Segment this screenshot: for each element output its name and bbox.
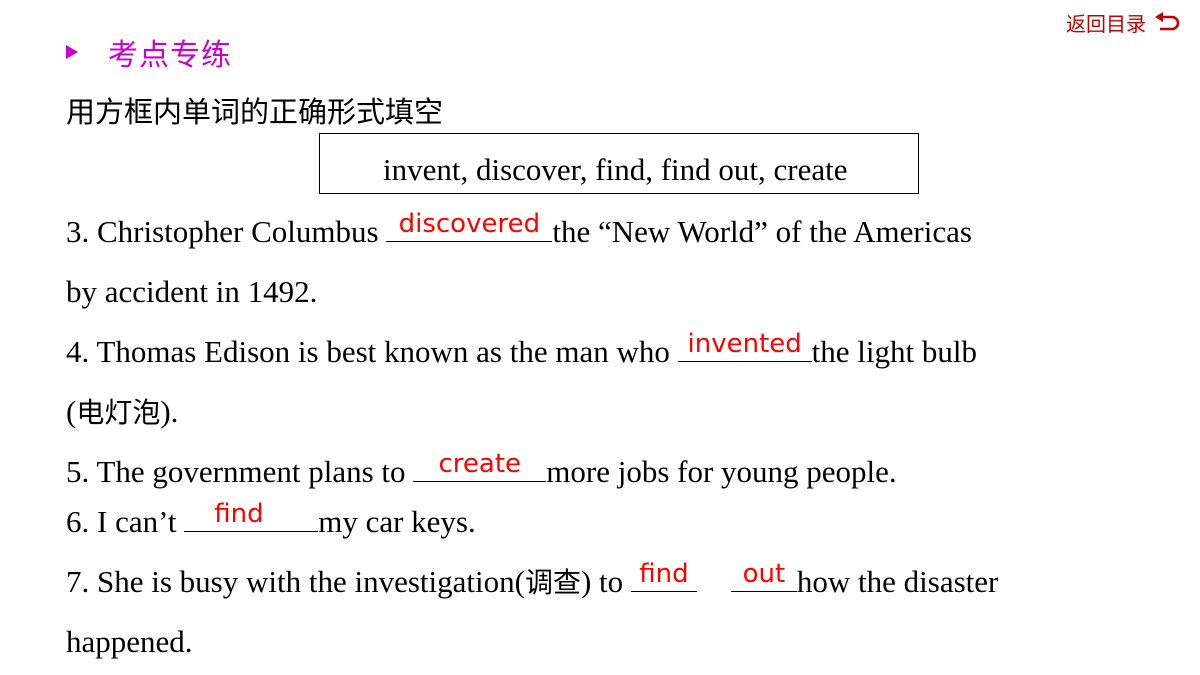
exercise-7-line-1: 7. She is busy with the investigation(调查… <box>66 559 999 603</box>
section-header: 考点专练 <box>66 30 232 74</box>
exercise-5-answer: create <box>438 449 522 479</box>
exercise-4-text-after: the light bulb <box>811 334 977 369</box>
section-title: 考点专练 <box>108 38 232 73</box>
exercise-4-text-before: 4. Thomas Edison is best known as the ma… <box>66 334 678 369</box>
exercise-3-blank: discovered <box>386 209 553 242</box>
exercise-7-blank-1: find <box>630 559 697 592</box>
back-to-contents-link[interactable]: 返回目录 <box>1066 8 1182 37</box>
exercise-4-paren-close: ). <box>160 394 179 429</box>
exercise-5-line: 5. The government plans to create more jo… <box>66 449 897 492</box>
exercise-7-answer-2: out <box>742 559 786 589</box>
exercise-7-line-2: happened. <box>66 624 193 659</box>
word-bank-box: invent, discover, find, find out, create <box>319 133 919 194</box>
exercise-6-text-before: 6. I can’t <box>66 504 185 539</box>
return-arrow-icon <box>1155 11 1180 30</box>
exercise-3-line-2: by accident in 1492. <box>66 274 318 309</box>
exercise-3-line-1: 3. Christopher Columbus discovered the “N… <box>66 209 972 252</box>
exercise-4-paren-open: ( <box>66 394 77 429</box>
exercise-6-blank: find <box>184 499 319 532</box>
exercise-4-line-2: (电灯泡). <box>66 392 178 433</box>
exercise-5-blank: create <box>413 449 547 482</box>
exercise-4-chinese-gloss: 电灯泡 <box>76 396 161 429</box>
exercise-4-blank: invented <box>677 329 812 362</box>
instruction-text: 用方框内单词的正确形式填空 <box>66 95 444 129</box>
exercise-6-text-after: my car keys. <box>318 504 476 539</box>
exercise-7-text-before: 7. She is busy with the investigation( <box>66 564 525 599</box>
exercise-7-blank-2: out <box>730 559 797 592</box>
exercise-5-text-before: 5. The government plans to <box>66 454 414 489</box>
exercise-7-answer-1: find <box>639 559 689 589</box>
exercise-4-line-1: 4. Thomas Edison is best known as the ma… <box>66 329 977 372</box>
exercise-4-answer: invented <box>687 329 802 359</box>
exercise-6-line: 6. I can’t find my car keys. <box>66 499 476 542</box>
back-to-contents-label: 返回目录 <box>1066 12 1146 36</box>
exercise-7-text-after: how the disaster <box>796 564 999 599</box>
exercise-3-answer: discovered <box>398 209 541 239</box>
exercise-7-text-mid: ) to <box>580 564 631 599</box>
exercise-5-text-after: more jobs for young people. <box>546 454 897 489</box>
exercise-6-answer: find <box>214 499 264 529</box>
triangle-bullet-icon <box>66 45 78 59</box>
exercise-3-text-before: 3. Christopher Columbus <box>66 214 387 249</box>
exercise-3-text-after: the “New World” of the Americas <box>552 214 972 249</box>
exercise-7-chinese-gloss: 调查 <box>524 566 581 599</box>
